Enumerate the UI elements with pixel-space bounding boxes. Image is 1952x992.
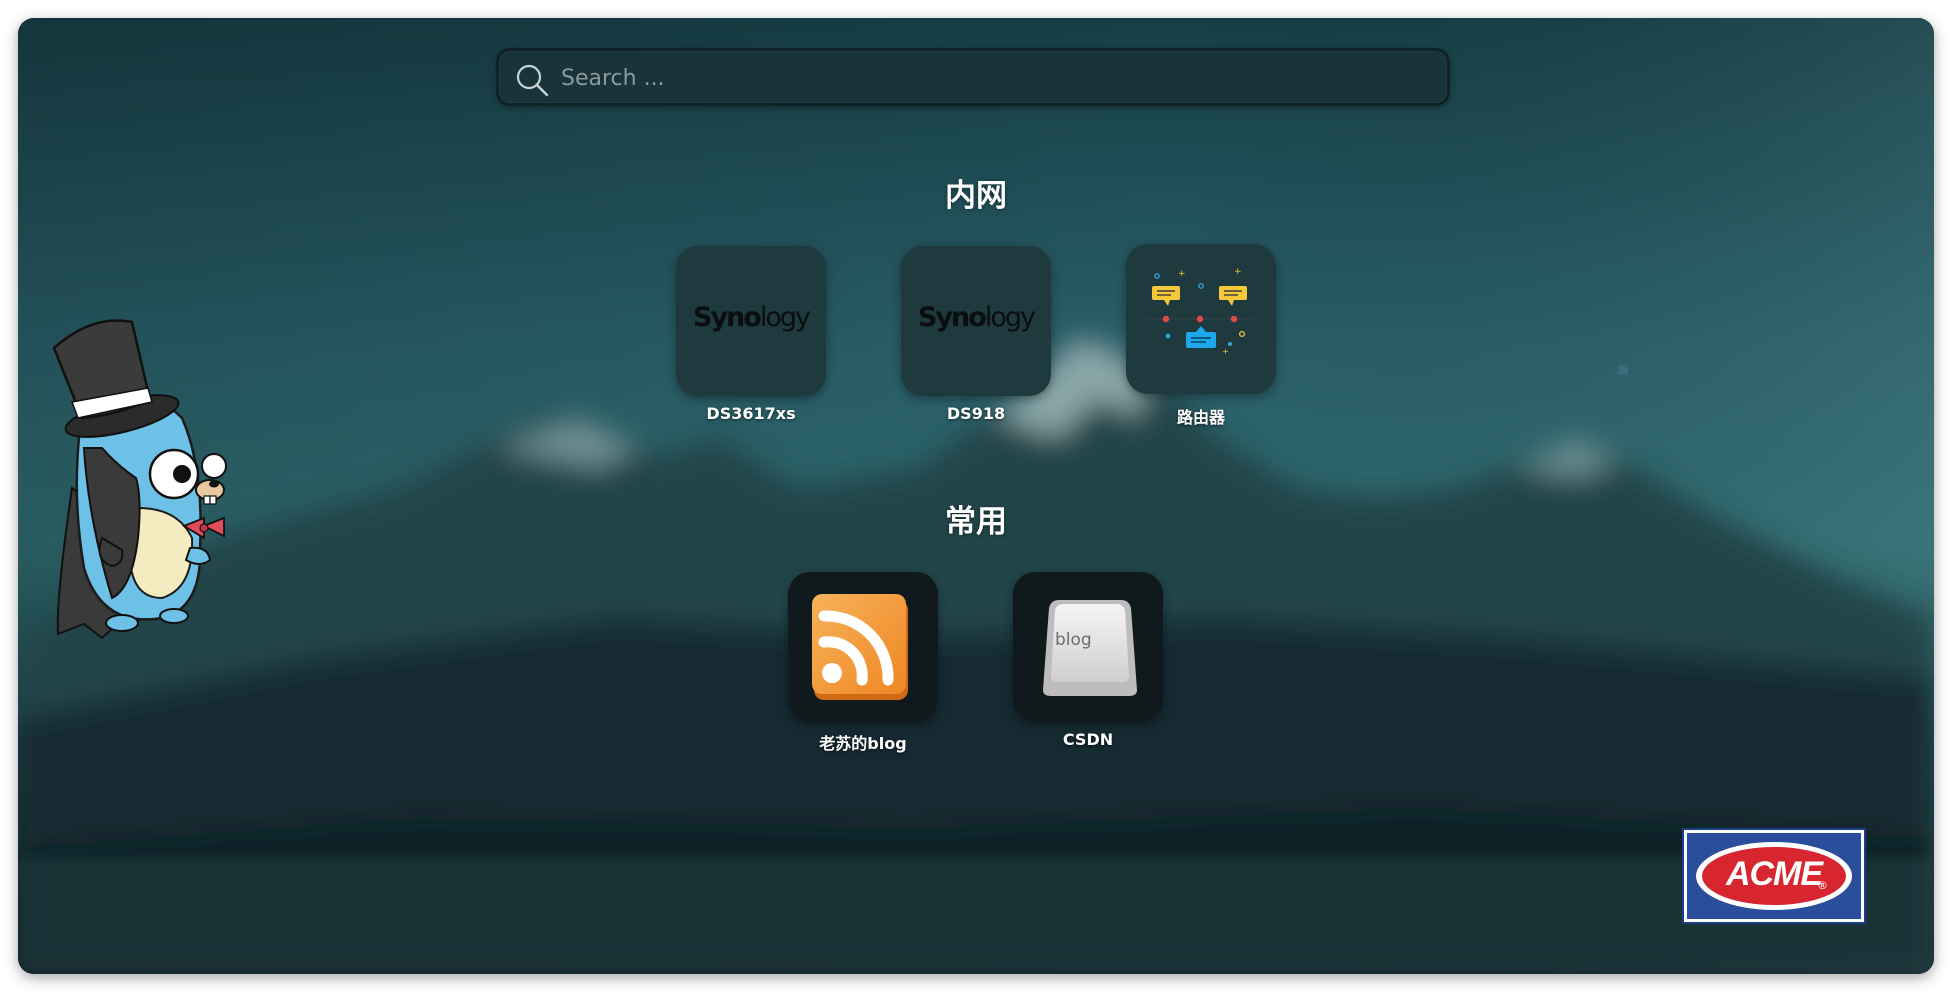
search-bar[interactable] — [496, 48, 1450, 106]
blog-key-label: blog — [1055, 630, 1092, 650]
tile-label-ds3617xs: DS3617xs — [706, 404, 796, 423]
acme-logo-text: ACME — [1725, 855, 1823, 893]
svg-text:+: + — [1222, 347, 1229, 356]
group-title-intranet: 内网 — [945, 178, 1007, 214]
tile-label-ds918: DS918 — [946, 404, 1006, 423]
synology-logo-icon: Synology — [918, 302, 1036, 333]
tile-label-laosu-blog: 老苏的blog — [819, 734, 907, 753]
network-router-icon: + + + — [1148, 267, 1254, 356]
search-input[interactable] — [559, 59, 1423, 97]
tile-ds918[interactable]: Synology — [901, 246, 1051, 396]
tile-label-router: 路由器 — [1176, 408, 1225, 427]
search-icon — [516, 64, 549, 97]
acme-registered-mark: ® — [1817, 879, 1828, 892]
tile-laosu-blog[interactable] — [788, 572, 938, 722]
go-gopher-top-hat-icon — [52, 319, 227, 640]
app-window: 内网 Synology DS3617xs Synology DS918 + + — [18, 18, 1934, 974]
tile-csdn[interactable]: blog — [1013, 572, 1163, 722]
svg-text:+: + — [1234, 267, 1242, 277]
rss-feed-icon — [812, 594, 908, 700]
tile-router[interactable]: + + + — [1126, 244, 1276, 394]
svg-text:+: + — [1178, 269, 1186, 279]
tile-label-csdn: CSDN — [1062, 730, 1114, 749]
group-title-common: 常用 — [945, 504, 1007, 540]
tile-ds3617xs[interactable]: Synology — [676, 246, 826, 396]
synology-logo-icon: Synology — [693, 302, 811, 333]
acme-logo-badge: ACME ® — [1682, 828, 1866, 924]
